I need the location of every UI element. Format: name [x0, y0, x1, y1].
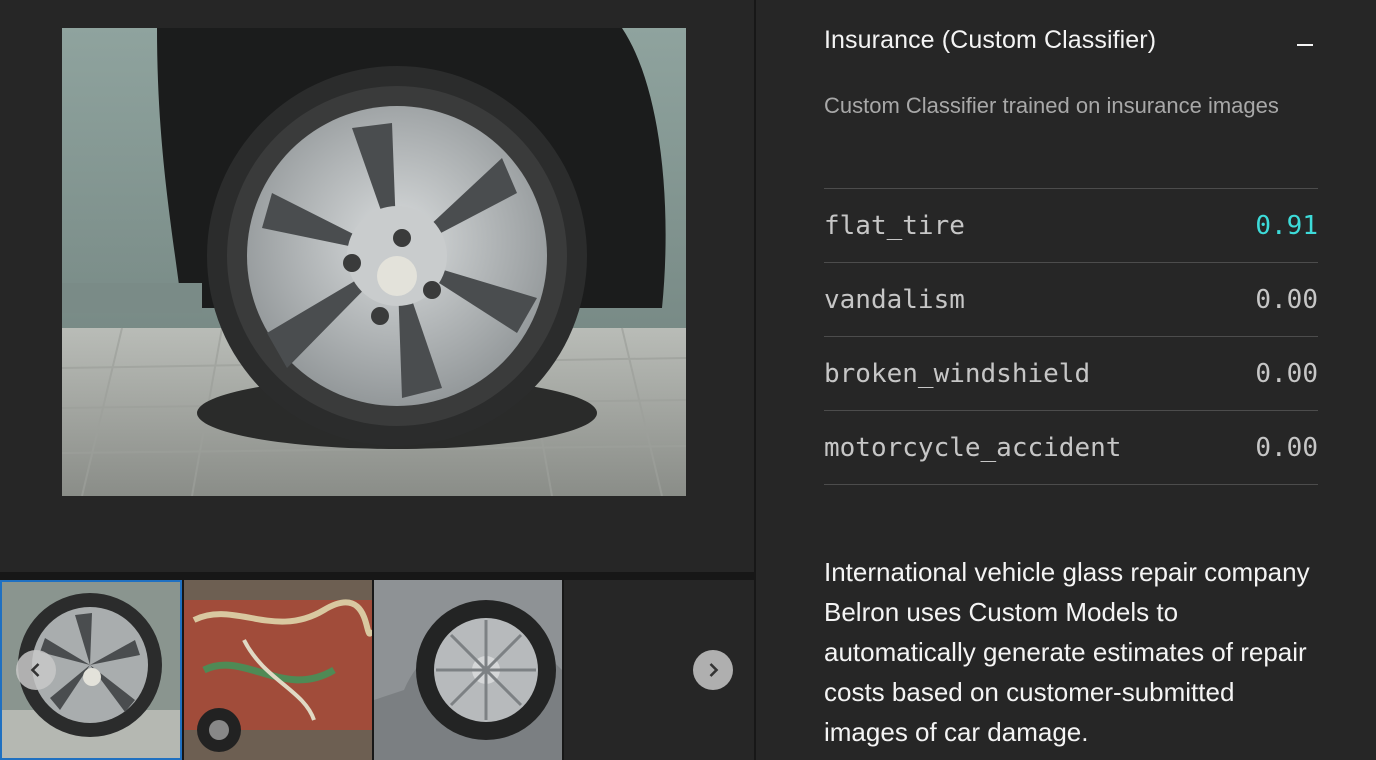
- result-label: broken_windshield: [824, 358, 1091, 389]
- carousel-next-button[interactable]: [693, 650, 733, 690]
- image-viewer: [0, 0, 754, 760]
- result-score: 0.91: [1255, 210, 1318, 241]
- use-case-blurb: International vehicle glass repair compa…: [824, 557, 1310, 747]
- result-score: 0.00: [1255, 432, 1318, 463]
- chevron-right-icon: [709, 663, 719, 677]
- result-score: 0.00: [1255, 358, 1318, 389]
- result-row: flat_tire 0.91: [824, 188, 1318, 262]
- carousel-prev-button[interactable]: [16, 650, 56, 690]
- result-row: broken_windshield 0.00: [824, 336, 1318, 410]
- result-label: flat_tire: [824, 210, 965, 241]
- thumbnail-vandalism[interactable]: [184, 580, 372, 760]
- collapse-button[interactable]: [1290, 30, 1320, 60]
- classifier-panel: Insurance (Custom Classifier) Custom Cla…: [756, 0, 1376, 760]
- result-label: vandalism: [824, 284, 965, 315]
- thumbnail-flat-tire-2[interactable]: [374, 580, 562, 760]
- results-list: flat_tire 0.91 vandalism 0.00 broken_win…: [824, 188, 1318, 485]
- thumbnail-carousel: [0, 572, 754, 760]
- main-image-flat-tire: [62, 28, 686, 496]
- result-row: motorcycle_accident 0.00: [824, 410, 1318, 485]
- result-row: vandalism 0.00: [824, 262, 1318, 336]
- minus-icon: [1297, 44, 1313, 46]
- chevron-left-icon: [30, 663, 40, 677]
- result-label: motorcycle_accident: [824, 432, 1122, 463]
- panel-description: Custom Classifier trained on insurance i…: [824, 93, 1279, 118]
- result-score: 0.00: [1255, 284, 1318, 315]
- panel-title: Insurance (Custom Classifier): [824, 26, 1157, 54]
